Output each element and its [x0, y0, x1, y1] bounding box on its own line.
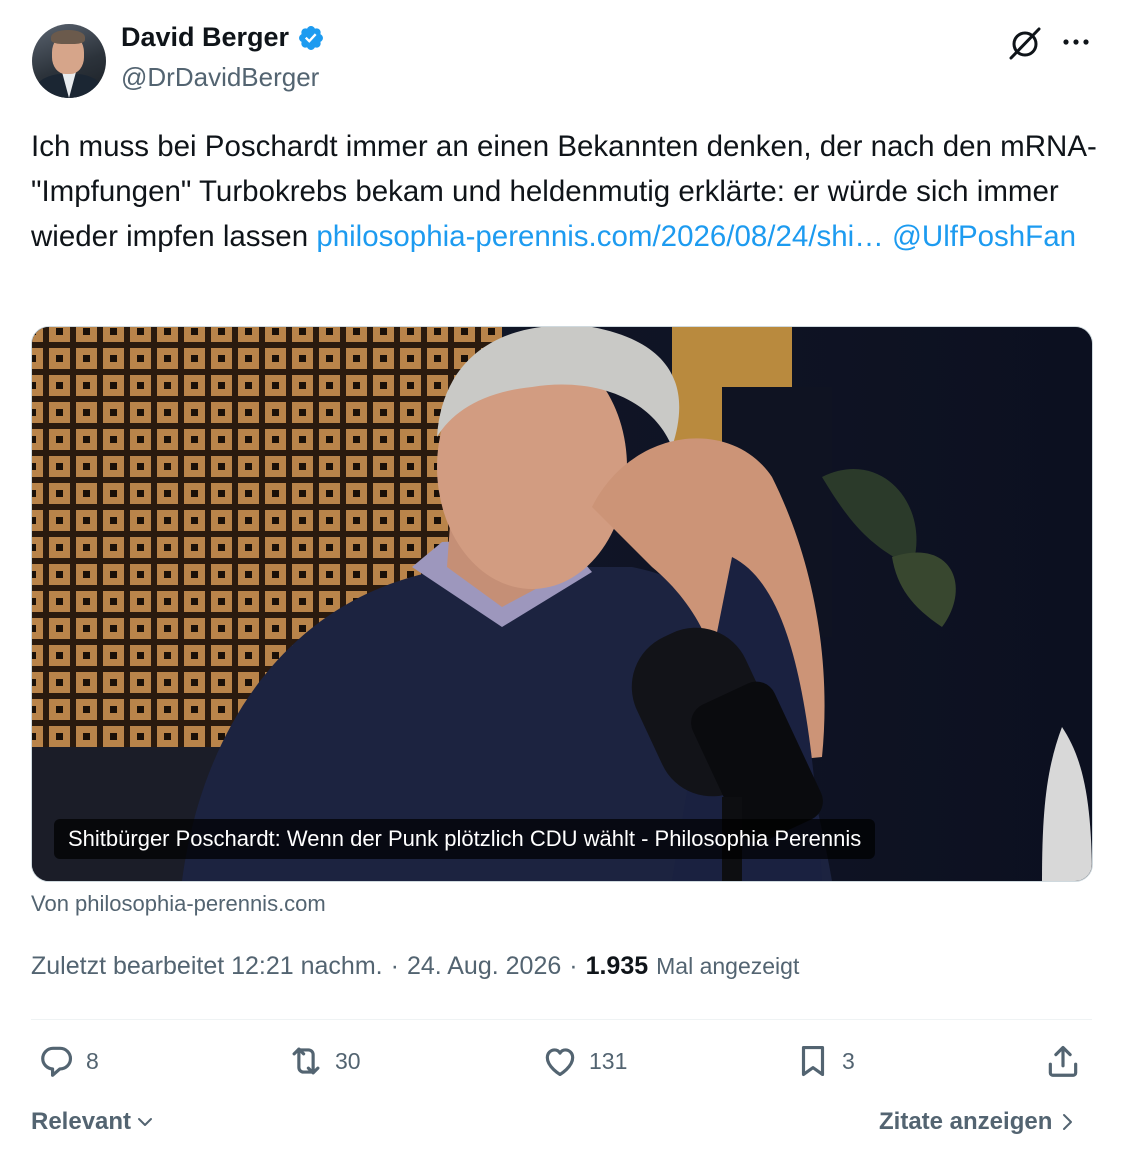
- like-button[interactable]: 131: [541, 1042, 627, 1080]
- views-label: Mal angezeigt: [656, 953, 800, 979]
- view-quotes-link[interactable]: Zitate anzeigen: [879, 1108, 1076, 1136]
- quotes-label: Zitate anzeigen: [879, 1108, 1053, 1135]
- bookmark-button[interactable]: 3: [794, 1042, 855, 1080]
- author-handle[interactable]: @DrDavidBerger: [121, 62, 319, 93]
- sort-label: Relevant: [31, 1108, 132, 1135]
- chevron-down-icon: [138, 1118, 153, 1126]
- repost-icon: [292, 1047, 320, 1075]
- repost-button[interactable]: 30: [287, 1042, 361, 1080]
- link-card[interactable]: Shitbürger Poschardt: Wenn der Punk plöt…: [31, 326, 1093, 882]
- edited-timestamp[interactable]: Zuletzt bearbeitet 12:21 nachm.: [31, 952, 383, 981]
- repost-count: 30: [335, 1047, 361, 1074]
- heart-icon: [545, 1048, 575, 1077]
- tweet-meta: Zuletzt bearbeitet 12:21 nachm. · 24. Au…: [31, 952, 799, 981]
- chevron-right-icon: [1063, 1114, 1073, 1130]
- reply-count: 8: [86, 1047, 99, 1074]
- meta-separator-2: ·: [569, 952, 578, 980]
- link-card-source[interactable]: Von philosophia-perennis.com: [31, 891, 326, 917]
- tweet-link[interactable]: philosophia-perennis.com/2026/08/24/shi…: [316, 220, 883, 253]
- meta-separator: ·: [390, 952, 399, 980]
- reply-button[interactable]: 8: [38, 1042, 99, 1080]
- share-button[interactable]: [1044, 1042, 1082, 1080]
- bookmark-icon: [801, 1045, 825, 1077]
- link-card-caption: Shitbürger Poschardt: Wenn der Punk plöt…: [54, 819, 876, 859]
- verified-badge-icon: [299, 25, 324, 50]
- more-icon[interactable]: [1058, 26, 1094, 58]
- sort-dropdown[interactable]: Relevant: [31, 1108, 155, 1136]
- reply-icon: [41, 1046, 73, 1077]
- tweet-date[interactable]: 24. Aug. 2026: [407, 952, 561, 981]
- author-name-row: David Berger: [121, 22, 325, 53]
- tweet-text: Ich muss bei Poschardt immer an einen Be…: [31, 124, 1101, 259]
- share-icon: [1048, 1045, 1078, 1077]
- author-name[interactable]: David Berger: [121, 22, 289, 53]
- like-count: 131: [589, 1047, 628, 1074]
- grok-icon[interactable]: [1006, 24, 1044, 62]
- divider: [31, 1019, 1092, 1020]
- link-card-image: [32, 327, 1092, 881]
- tweet-mention[interactable]: @UlfPoshFan: [892, 220, 1076, 253]
- avatar[interactable]: [32, 24, 106, 98]
- bookmark-count: 3: [842, 1047, 855, 1074]
- views-count: 1.935: [585, 952, 649, 980]
